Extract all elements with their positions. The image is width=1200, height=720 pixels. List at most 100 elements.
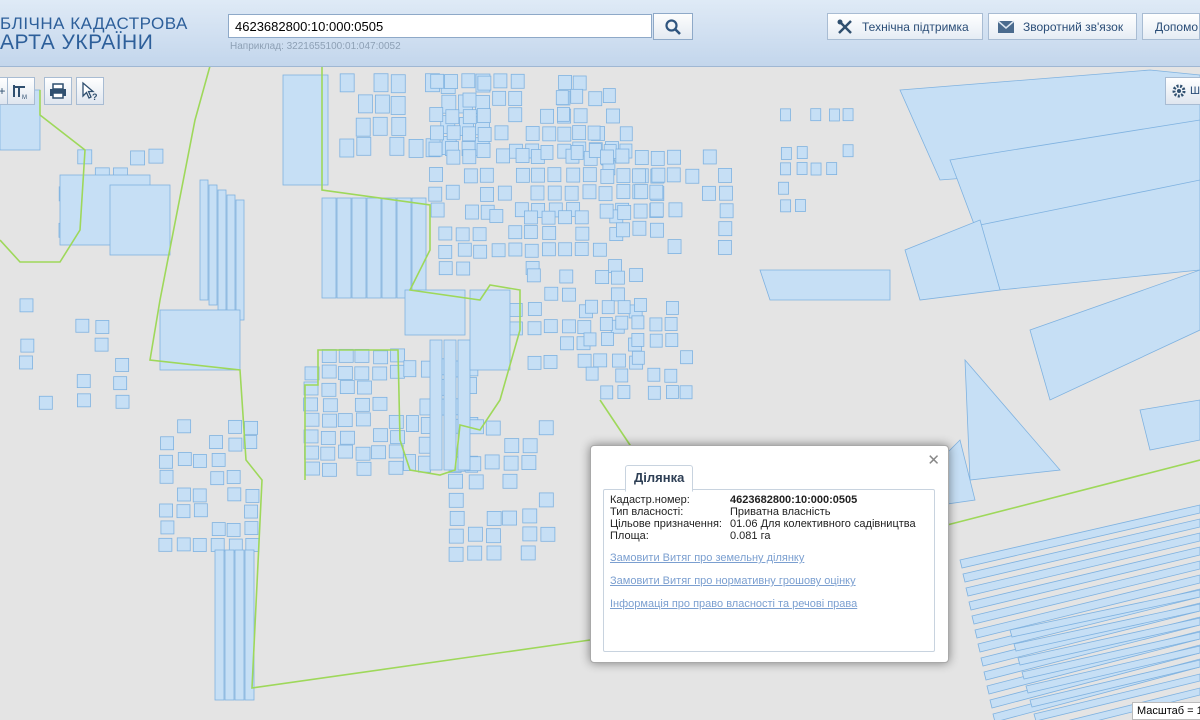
land-parcel[interactable] — [562, 287, 576, 302]
land-parcel[interactable] — [210, 538, 225, 552]
print-button[interactable] — [44, 77, 72, 105]
land-parcel[interactable] — [193, 503, 208, 518]
land-parcel[interactable] — [493, 73, 508, 89]
land-parcel[interactable] — [583, 332, 597, 347]
land-parcel[interactable] — [617, 205, 632, 220]
land-parcel[interactable] — [541, 210, 556, 225]
land-parcel[interactable] — [649, 317, 663, 332]
land-parcel[interactable] — [666, 301, 679, 315]
land-parcel[interactable] — [226, 523, 241, 537]
land-parcel[interactable] — [373, 428, 388, 443]
land-parcel[interactable] — [564, 185, 579, 201]
land-parcel[interactable] — [322, 398, 338, 413]
identify-tool-button[interactable]: ? — [76, 77, 104, 105]
land-parcel[interactable] — [530, 185, 545, 201]
land-parcel[interactable] — [612, 353, 626, 368]
land-parcel[interactable] — [494, 125, 509, 141]
land-parcel[interactable] — [592, 242, 607, 257]
land-parcel[interactable] — [75, 318, 90, 333]
land-parcel[interactable] — [449, 510, 465, 526]
land-parcel[interactable] — [209, 435, 223, 449]
land-parcel[interactable] — [227, 487, 242, 502]
land-parcel[interactable] — [1029, 269, 1200, 401]
land-parcel[interactable] — [244, 504, 258, 519]
land-parcel[interactable] — [305, 461, 320, 476]
land-parcel[interactable] — [540, 526, 556, 542]
land-parcel[interactable] — [702, 185, 716, 201]
land-parcel[interactable] — [593, 353, 608, 368]
land-parcel[interactable] — [244, 521, 259, 535]
land-parcel[interactable] — [611, 270, 625, 285]
land-parcel[interactable] — [601, 332, 614, 346]
land-parcel[interactable] — [600, 385, 614, 400]
land-parcel[interactable] — [667, 149, 682, 165]
feedback-button[interactable]: Зворотний зв'язок — [988, 13, 1137, 40]
land-parcel[interactable] — [538, 420, 554, 436]
land-parcel[interactable] — [572, 125, 587, 141]
land-parcel[interactable] — [476, 108, 491, 123]
land-parcel[interactable] — [575, 226, 590, 241]
tech-support-button[interactable]: Технічна підтримка — [827, 13, 983, 40]
land-parcel[interactable] — [354, 397, 370, 412]
land-parcel[interactable] — [595, 270, 610, 284]
land-parcel[interactable] — [443, 339, 457, 471]
land-parcel[interactable] — [304, 412, 320, 427]
land-parcel[interactable] — [780, 108, 791, 122]
help-button[interactable]: Допомо — [1142, 13, 1200, 40]
land-parcel[interactable] — [631, 315, 645, 330]
land-parcel[interactable] — [193, 454, 207, 468]
land-parcel[interactable] — [429, 167, 443, 182]
land-parcel[interactable] — [540, 108, 554, 124]
land-parcel[interactable] — [358, 94, 373, 114]
land-parcel[interactable] — [388, 444, 404, 459]
land-parcel[interactable] — [445, 109, 460, 125]
land-parcel[interactable] — [524, 210, 538, 225]
land-parcel[interactable] — [467, 545, 483, 561]
land-parcel[interactable] — [177, 452, 192, 466]
land-parcel[interactable] — [562, 319, 576, 334]
land-parcel[interactable] — [574, 242, 589, 256]
land-parcel[interactable] — [446, 125, 461, 141]
land-parcel[interactable] — [631, 350, 645, 365]
land-parcel[interactable] — [210, 471, 225, 486]
land-parcel[interactable] — [719, 185, 733, 201]
land-parcel[interactable] — [810, 108, 822, 122]
land-parcel[interactable] — [557, 106, 570, 122]
land-parcel[interactable] — [159, 503, 173, 518]
land-parcel[interactable] — [224, 549, 235, 701]
land-parcel[interactable] — [444, 74, 458, 89]
land-parcel[interactable] — [469, 289, 511, 371]
order-valuation-link[interactable]: Замовити Витяг про нормативну грошову оц… — [610, 575, 856, 587]
land-parcel[interactable] — [374, 94, 390, 114]
land-parcel[interactable] — [95, 320, 110, 334]
land-parcel[interactable] — [448, 546, 464, 562]
land-parcel[interactable] — [336, 197, 352, 299]
land-parcel[interactable] — [109, 184, 171, 256]
land-parcel[interactable] — [192, 538, 207, 552]
land-parcel[interactable] — [208, 184, 218, 306]
land-parcel[interactable] — [355, 412, 371, 427]
land-parcel[interactable] — [38, 395, 53, 410]
land-parcel[interactable] — [718, 168, 732, 183]
land-parcel[interactable] — [456, 261, 471, 276]
land-parcel[interactable] — [520, 545, 536, 561]
land-parcel[interactable] — [632, 168, 646, 184]
land-parcel[interactable] — [522, 526, 538, 542]
land-parcel[interactable] — [504, 438, 520, 453]
land-parcel[interactable] — [542, 226, 557, 240]
land-parcel[interactable] — [617, 300, 631, 315]
land-parcel[interactable] — [428, 186, 443, 202]
land-parcel[interactable] — [356, 136, 372, 156]
land-parcel[interactable] — [633, 203, 648, 219]
land-parcel[interactable] — [408, 139, 424, 158]
land-parcel[interactable] — [634, 184, 649, 200]
land-parcel[interactable] — [796, 146, 808, 159]
land-parcel[interactable] — [582, 184, 597, 200]
land-parcel[interactable] — [372, 396, 388, 411]
land-parcel[interactable] — [320, 431, 336, 445]
land-parcel[interactable] — [543, 354, 558, 369]
land-parcel[interactable] — [340, 430, 355, 445]
land-parcel[interactable] — [521, 455, 537, 470]
land-parcel[interactable] — [354, 348, 370, 363]
land-parcel[interactable] — [321, 197, 337, 299]
